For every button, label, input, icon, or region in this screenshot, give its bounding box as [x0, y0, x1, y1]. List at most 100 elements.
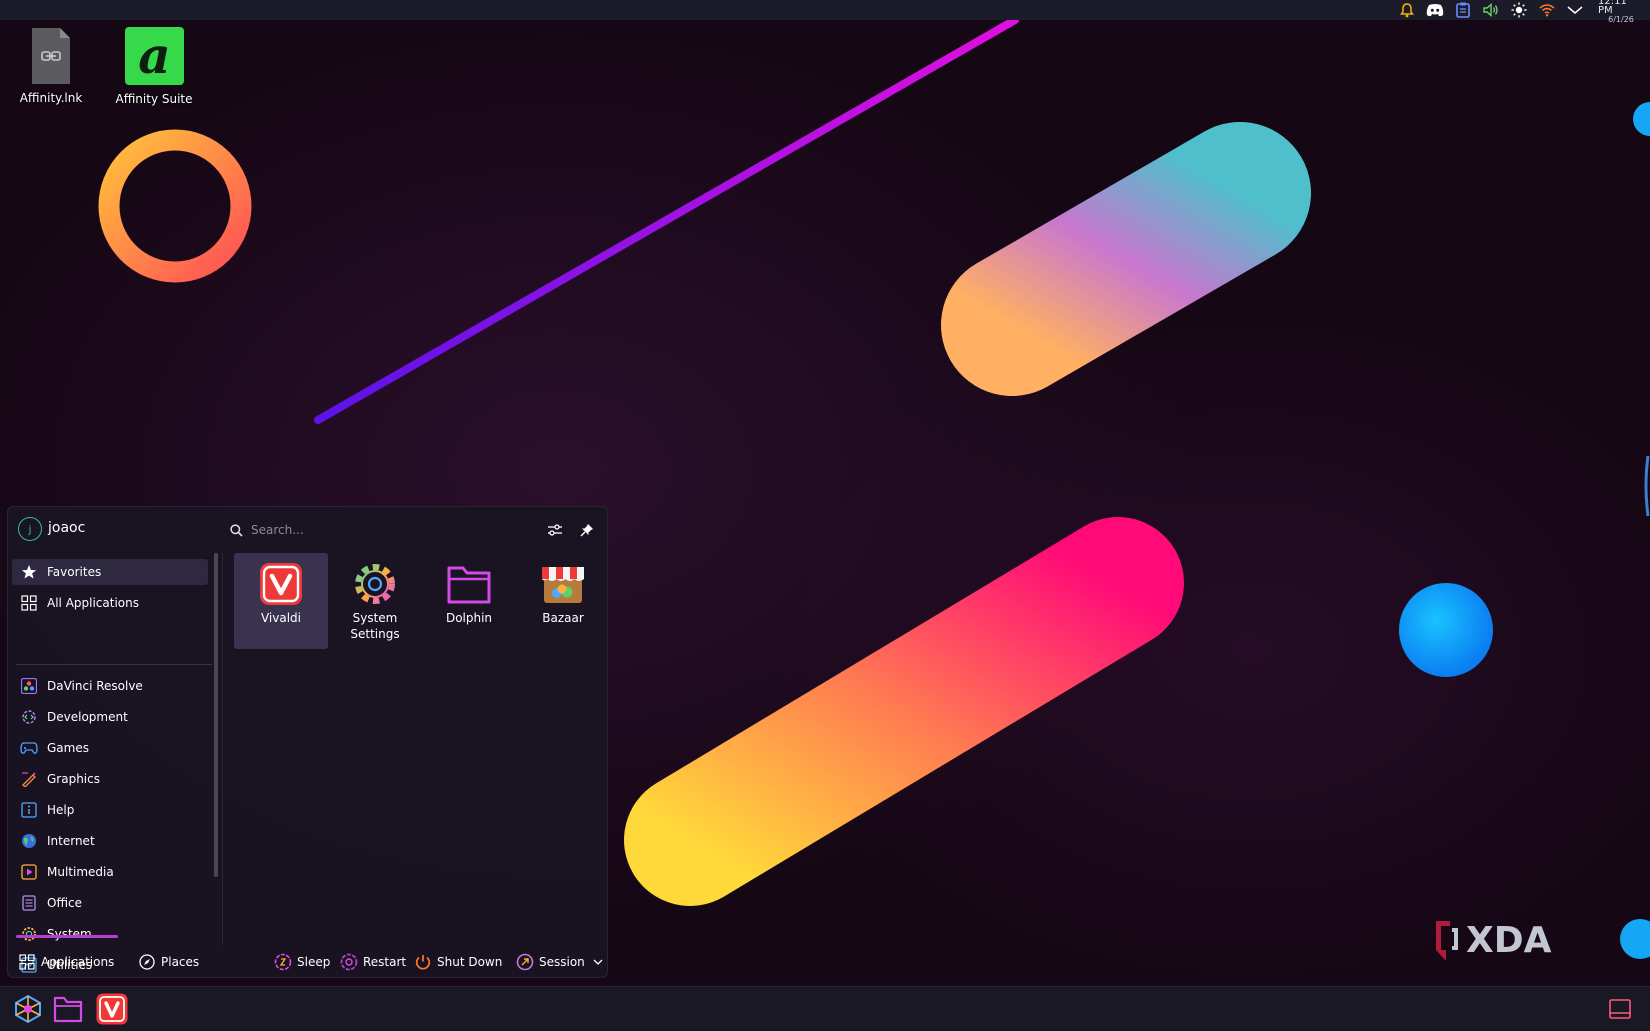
globe-icon	[20, 832, 38, 850]
sidebar-item-label: Graphics	[47, 772, 100, 786]
desktop-icon-affinity-suite[interactable]: a Affinity Suite	[108, 27, 200, 106]
active-tab-indicator	[16, 935, 118, 938]
edge-arc	[1644, 455, 1650, 517]
show-desktop-icon	[1609, 999, 1631, 1019]
configure-button[interactable]	[546, 521, 564, 539]
vivaldi-icon	[96, 993, 128, 1025]
app-launcher-button[interactable]	[10, 991, 46, 1027]
sidebar-item-favorites[interactable]: Favorites	[12, 559, 208, 585]
star-icon	[20, 563, 38, 581]
chevron-down-icon	[593, 959, 603, 965]
desktop-icon-affinity-lnk[interactable]: Affinity.lnk	[5, 28, 97, 105]
clock-time: 12:11 PM	[1598, 0, 1627, 16]
notification-bell-icon[interactable]	[1398, 1, 1416, 19]
sidebar-item-label: System	[47, 927, 92, 941]
desktop-icon-label: Affinity Suite	[115, 92, 193, 106]
username: joaoc	[48, 520, 86, 536]
sidebar-item-label: All Applications	[47, 596, 139, 610]
volume-icon[interactable]	[1482, 1, 1500, 19]
grid-icon	[20, 594, 38, 612]
sidebar-item-graphics[interactable]: Graphics	[12, 766, 208, 792]
taskbar-vivaldi[interactable]	[94, 991, 130, 1027]
sidebar-item-system[interactable]: System	[12, 921, 208, 947]
power-icon	[414, 953, 432, 971]
blue-ball-edge	[1633, 102, 1650, 136]
sliders-icon	[548, 524, 562, 536]
sidebar-item-help[interactable]: Help	[12, 797, 208, 823]
taskbar	[0, 986, 1650, 1031]
avatar[interactable]: j	[18, 517, 42, 541]
shortcut-file-icon	[32, 28, 70, 84]
launcher-sidebar: Favorites All Applications DaVinci Resol…	[12, 553, 213, 973]
system-tray: 12:11 PM 6/1/26	[1398, 0, 1644, 24]
store-icon	[540, 561, 586, 607]
search-icon	[230, 523, 243, 537]
favorite-vivaldi[interactable]: Vivaldi	[234, 553, 328, 649]
application-launcher: j joaoc Favorites All Applications DaVin…	[7, 506, 608, 978]
davinci-resolve-icon	[20, 677, 38, 695]
launcher-divider	[222, 553, 223, 945]
favorites-grid: Vivaldi System Settings Dolphin Bazaar	[226, 553, 606, 663]
clipboard-icon[interactable]	[1454, 1, 1472, 19]
sidebar-item-label: Games	[47, 741, 89, 755]
search-input[interactable]	[251, 523, 511, 537]
tab-places[interactable]: Places	[138, 951, 199, 973]
sleep-label: Sleep	[297, 955, 331, 969]
sidebar-item-office[interactable]: Office	[12, 890, 208, 916]
shut-down-label: Shut Down	[437, 955, 503, 969]
desktop-icon-label: Affinity.lnk	[19, 91, 83, 105]
folder-icon	[446, 561, 492, 607]
svg-text:a: a	[138, 27, 170, 85]
sidebar-item-development[interactable]: Development	[12, 704, 208, 730]
gamepad-icon	[20, 739, 38, 757]
restart-button[interactable]: Restart	[340, 951, 406, 973]
taskbar-file-manager[interactable]	[50, 991, 86, 1027]
play-icon	[20, 863, 38, 881]
vivaldi-icon	[258, 561, 304, 607]
favorite-label: Dolphin	[445, 611, 493, 625]
grid-icon	[18, 953, 36, 971]
development-gear-icon	[20, 708, 38, 726]
sidebar-item-label: Office	[47, 896, 83, 910]
favorite-system-settings[interactable]: System Settings	[328, 553, 422, 649]
graphics-brush-icon	[20, 770, 38, 788]
favorite-label: Bazaar	[542, 611, 584, 625]
pastel-pill	[941, 122, 1311, 396]
pin-button[interactable]	[578, 521, 596, 539]
restart-label: Restart	[363, 955, 407, 969]
sidebar-separator	[16, 664, 212, 665]
session-button[interactable]: Session	[516, 951, 603, 973]
sidebar-item-multimedia[interactable]: Multimedia	[12, 859, 208, 885]
sidebar-item-all-applications[interactable]: All Applications	[12, 590, 208, 616]
shut-down-button[interactable]: Shut Down	[414, 951, 502, 973]
xda-watermark-text: XDA	[1466, 920, 1552, 961]
show-desktop-button[interactable]	[1602, 991, 1638, 1027]
sleep-button[interactable]: Sleep	[274, 951, 330, 973]
gradient-ring	[98, 129, 252, 283]
restart-icon	[340, 953, 358, 971]
pin-icon	[580, 524, 593, 537]
app-launcher-icon	[15, 994, 41, 1024]
xda-watermark: XDA	[1432, 916, 1588, 962]
blue-ball-edge-2	[1620, 919, 1650, 959]
discord-icon[interactable]	[1426, 1, 1444, 19]
favorite-dolphin[interactable]: Dolphin	[422, 553, 516, 649]
sidebar-scrollbar[interactable]	[214, 553, 218, 877]
wifi-icon[interactable]	[1538, 1, 1556, 19]
sidebar-item-games[interactable]: Games	[12, 735, 208, 761]
top-panel: 12:11 PM 6/1/26	[0, 0, 1650, 24]
brightness-icon[interactable]	[1510, 1, 1528, 19]
tab-applications[interactable]: Applications	[18, 951, 114, 973]
sidebar-item-internet[interactable]: Internet	[12, 828, 208, 854]
favorite-bazaar[interactable]: Bazaar	[516, 553, 610, 649]
session-label: Session	[539, 955, 585, 969]
sidebar-item-davinci-resolve[interactable]: DaVinci Resolve	[12, 673, 208, 699]
launcher-footer: Applications Places Sleep Restart Shut D…	[8, 945, 609, 979]
chevron-down-icon[interactable]	[1566, 1, 1584, 19]
document-icon	[20, 894, 38, 912]
favorite-label: System Settings	[350, 611, 400, 641]
sidebar-item-label: Development	[47, 710, 128, 724]
search-field[interactable]	[230, 520, 530, 540]
blue-ball	[1399, 583, 1493, 677]
clock[interactable]: 12:11 PM 6/1/26	[1598, 0, 1644, 24]
